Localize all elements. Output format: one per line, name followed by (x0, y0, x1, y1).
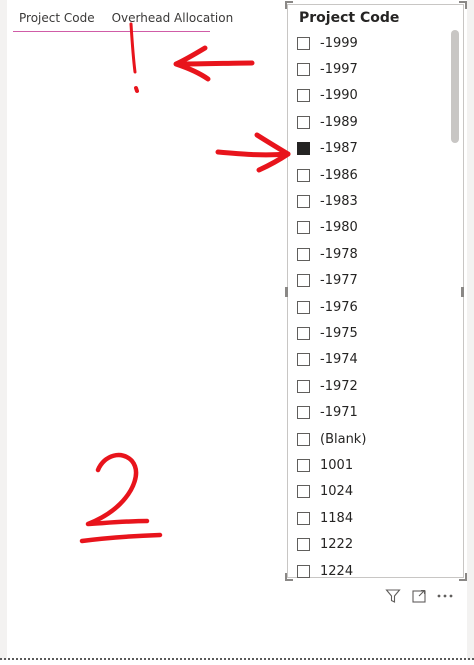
exclamation-dot-annotation (134, 86, 139, 93)
underline-annotation (79, 532, 163, 544)
report-canvas: Project Code Overhead Allocation Project… (0, 0, 474, 665)
exclamation-mark-annotation (129, 22, 137, 74)
arrow-right-annotation (215, 149, 291, 158)
arrow-left-annotation (175, 60, 255, 67)
hand-drawn-annotations (79, 22, 291, 544)
number-two-annotation (85, 452, 150, 527)
